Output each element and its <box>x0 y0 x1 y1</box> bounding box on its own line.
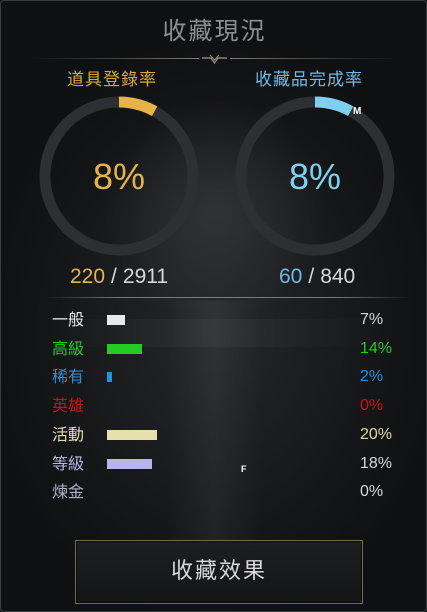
collection-completion-rate-label: 收藏品完成率 <box>255 70 363 90</box>
title-divider-right <box>230 58 398 59</box>
grade-name: 煉金 <box>52 482 85 501</box>
grade-name: 等級 <box>52 454 85 473</box>
ring-progress-arc <box>314 96 354 117</box>
count-separator: / <box>111 265 117 288</box>
grade-progress-bar <box>107 344 142 354</box>
grade-percent: 0% <box>360 397 384 414</box>
grade-row-rare: 稀有 2% <box>1 366 427 390</box>
registered-item-count: 220 <box>70 265 106 288</box>
title-divider-left <box>31 58 199 59</box>
grade-row-event: 活動 20% <box>1 424 427 448</box>
grade-percent: 0% <box>360 483 384 500</box>
grade-name: 高級 <box>52 339 85 358</box>
panel-title: 收藏現況 <box>162 17 267 45</box>
grade-name: 一般 <box>52 310 85 329</box>
collection-completion-rate-ring: 8% <box>235 96 395 256</box>
total-item-count: 2911 <box>122 265 169 288</box>
ring-progress-arc <box>118 96 158 117</box>
collection-completion-rate-percent: 8% <box>288 156 342 197</box>
grade-row-hero: 英雄 0% <box>1 395 427 419</box>
collection-effect-button-label: 收藏效果 <box>170 559 267 584</box>
grade-progress-bar <box>107 372 112 382</box>
count-separator: / <box>308 265 315 288</box>
grade-row-advanced: 高級 14% <box>1 338 427 362</box>
grade-percent: 18% <box>360 455 393 472</box>
grade-row-common: 一般 7% <box>1 309 427 333</box>
grade-row-level: 等級 18% <box>1 453 427 477</box>
collection-effect-button[interactable]: 收藏效果 <box>75 540 363 604</box>
grade-percent: 7% <box>360 311 384 328</box>
grade-progress-bar <box>107 459 152 469</box>
collection-status-panel: 收藏現況 道具登錄率 8% 220/2911 收藏品完成率 8% 60/840 … <box>0 0 427 612</box>
collection-completion-count: 60/840 <box>279 265 355 289</box>
marker-m-label: M <box>353 106 362 117</box>
completed-collection-count: 60 <box>279 265 303 288</box>
grade-percent: 20% <box>360 426 393 443</box>
grade-name: 活動 <box>52 425 85 444</box>
item-registration-rate-ring: 8% <box>39 96 199 256</box>
item-registration-count: 220/2911 <box>70 265 168 289</box>
item-registration-rate-percent: 8% <box>92 156 146 197</box>
grade-progress-bar <box>107 430 157 440</box>
grade-name: 英雄 <box>52 396 85 415</box>
grade-percent: 2% <box>360 368 384 385</box>
section-divider <box>45 297 410 298</box>
title-ornament-icon <box>202 54 227 65</box>
marker-f-label: F <box>241 464 247 474</box>
grade-row-alchemy: 煉金 0% <box>1 481 427 505</box>
total-collection-count: 840 <box>320 265 356 288</box>
item-registration-rate-label: 道具登錄率 <box>67 70 157 90</box>
grade-percent: 14% <box>360 340 393 357</box>
grade-name: 稀有 <box>52 367 85 386</box>
grade-progress-bar <box>107 315 125 325</box>
